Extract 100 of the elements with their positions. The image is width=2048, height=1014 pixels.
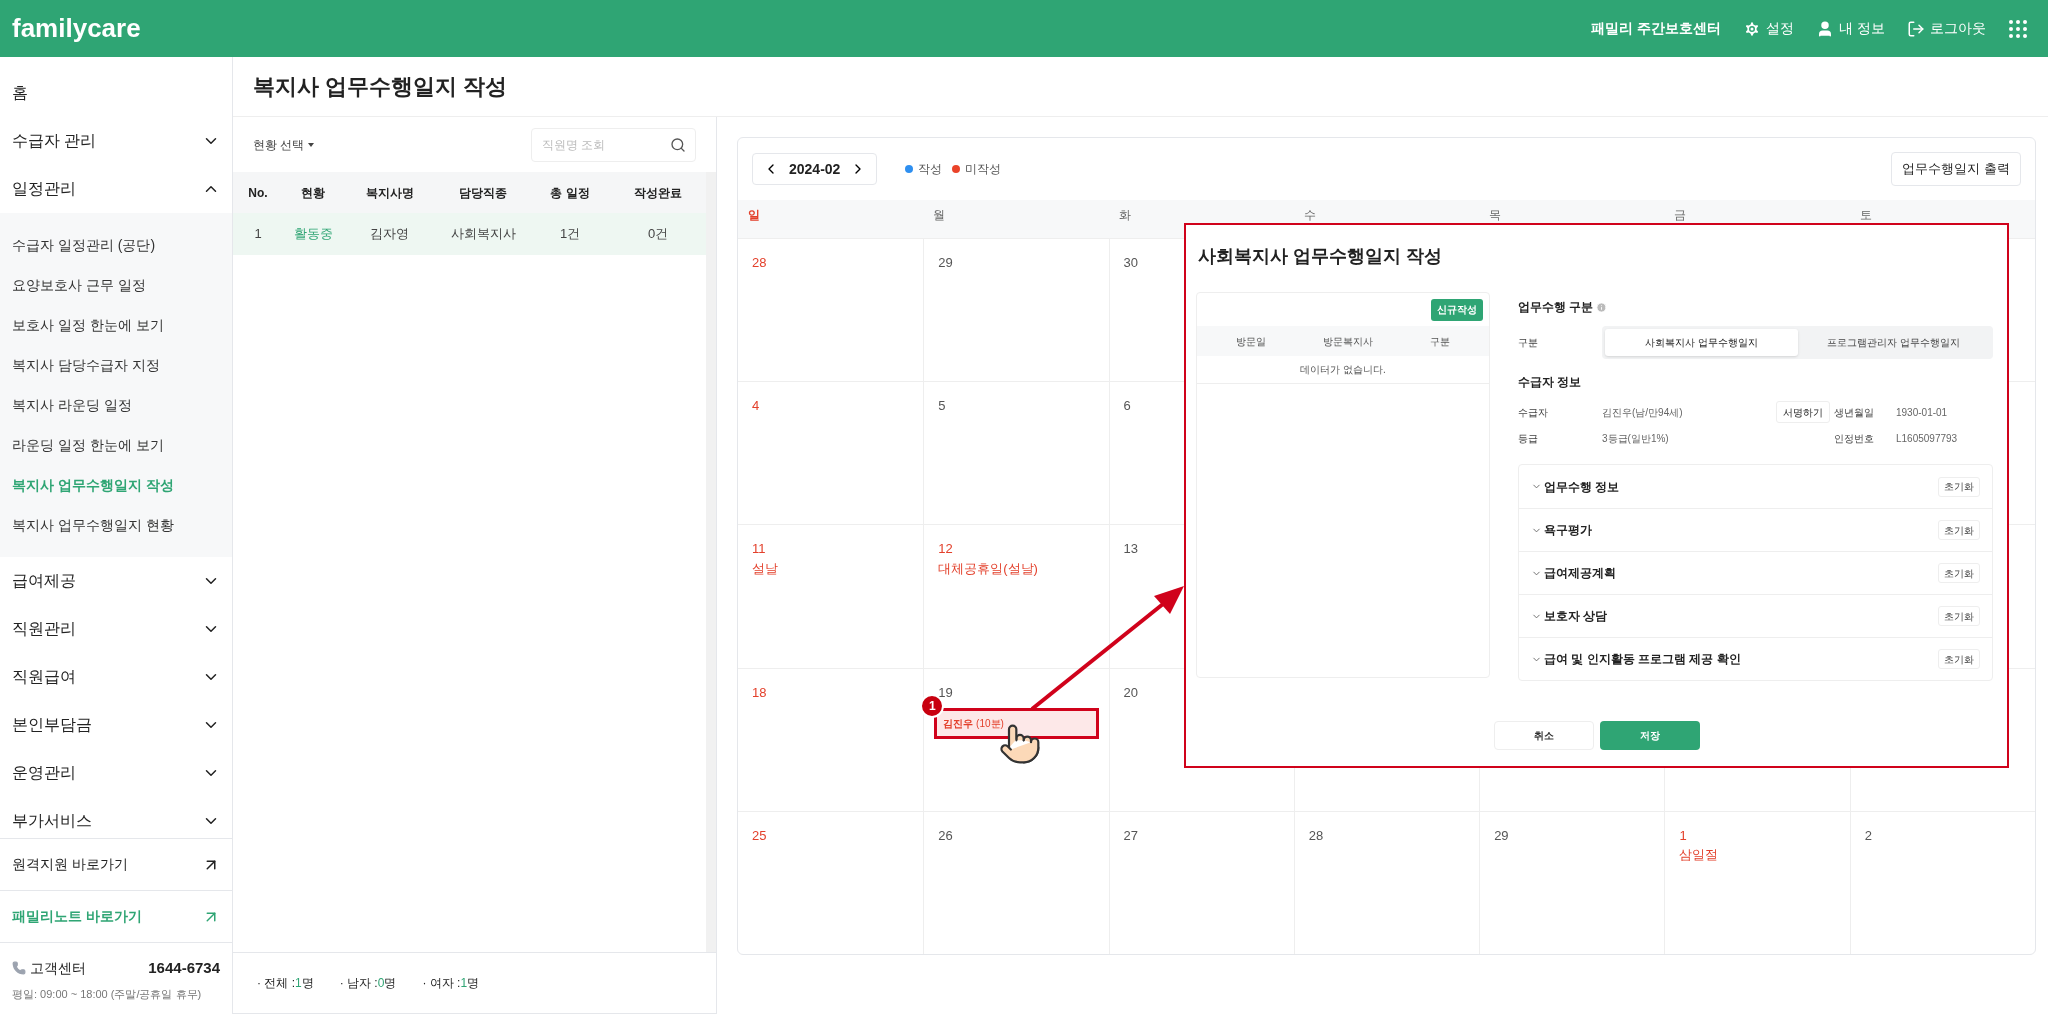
sidebar-group[interactable]: 일정관리	[0, 165, 232, 213]
submenu-item[interactable]: 복지사 라운딩 일정	[0, 385, 232, 425]
weekday-label: 목	[1488, 207, 1503, 224]
reset-button[interactable]: 초기화	[1938, 520, 1980, 540]
accordion-header[interactable]: 급여제공계획 초기화	[1519, 551, 1992, 594]
reset-button[interactable]: 초기화	[1938, 563, 1980, 583]
sidebar-group[interactable]: 수급자 관리	[0, 117, 232, 165]
sidebar-group[interactable]: 운영관리	[0, 749, 232, 797]
submenu-item[interactable]: 복지사 담당수급자 지정	[0, 345, 232, 385]
weekday-label: 화	[1117, 207, 1132, 224]
column-header: 복지사명	[364, 184, 415, 202]
accordion-header[interactable]: 업무수행 정보 초기화	[1519, 465, 1992, 508]
field-label: 등급	[1518, 432, 1539, 446]
app-grid-icon[interactable]	[2008, 18, 2028, 39]
weekday-label: 월	[932, 207, 947, 224]
day-number: 28	[1308, 826, 1324, 845]
sidebar-group[interactable]: 직원관리	[0, 605, 232, 653]
print-button[interactable]: 업무수행일지 출력	[1891, 152, 2021, 186]
legend-label: 작성	[918, 161, 943, 178]
type-option[interactable]: 사회복지사 업무수행일지	[1605, 329, 1798, 356]
column-header: 작성완료	[633, 184, 683, 202]
column-header: 담당직종	[458, 184, 509, 202]
weekday-label: 수	[1302, 207, 1317, 224]
field-value: 1930-01-01	[1896, 405, 1949, 420]
submenu-item[interactable]: 수급자 일정관리 (공단)	[0, 225, 232, 265]
type-option[interactable]: 프로그램관리자 업무수행일지	[1797, 329, 1990, 356]
submenu-item[interactable]: 요양보호사 근무 일정	[0, 265, 232, 305]
sidebar-group[interactable]: 직원급여	[0, 653, 232, 701]
sidebar-group[interactable]: 본인부담금	[0, 701, 232, 749]
day-number: 27	[1123, 826, 1139, 845]
day-number: 11	[752, 540, 766, 559]
day-number: 25	[752, 826, 767, 845]
field-value: L1605097793	[1896, 432, 1959, 446]
weekday-label: 금	[1673, 207, 1688, 224]
table-row[interactable]: 1 활동중 김자영 사회복지사 1건 0건	[233, 213, 706, 255]
logout-icon	[1907, 19, 1925, 38]
summary-count: · 남자 :0명	[339, 975, 397, 992]
summary-count: · 여자 :1명	[422, 975, 480, 992]
section-title: 업무수행 구분	[1518, 299, 1594, 316]
cancel-button[interactable]: 취소	[1493, 721, 1594, 750]
day-number: 29	[938, 254, 953, 272]
submenu-item[interactable]: 보호사 일정 한눈에 보기	[0, 305, 232, 345]
table-cell-text: 사회복지사	[449, 225, 517, 244]
accordion-header[interactable]: 급여 및 인지활동 프로그램 제공 확인 초기화	[1519, 637, 1992, 680]
accordion-header[interactable]: 욕구평가 초기화	[1519, 508, 1992, 551]
day-number: 2	[1864, 826, 1872, 845]
column-header: 현황	[300, 184, 326, 202]
day-number: 5	[938, 397, 946, 416]
page-title: 복지사 업무수행일지 작성	[253, 73, 508, 101]
day-number: 12	[938, 540, 953, 559]
field-label: 인정번호	[1834, 432, 1875, 446]
legend-label: 미작성	[965, 161, 1002, 178]
day-number: 13	[1123, 540, 1139, 559]
phone-icon	[12, 961, 26, 976]
holiday-label: 삼일절	[1679, 846, 1719, 865]
day-number: 26	[938, 826, 953, 845]
table-cell-text: 1	[253, 225, 263, 244]
contact-hours: 평일: 09:00 ~ 18:00 (주말/공휴일 휴무)	[12, 986, 203, 1002]
search-field[interactable]: 직원명 조회	[531, 127, 696, 162]
column-header: 총 일정	[549, 184, 591, 202]
table-cell-text: 활동중	[292, 225, 334, 244]
center-name: 패밀리 주간보호센터	[1591, 19, 1722, 38]
day-number: 30	[1123, 254, 1139, 272]
reset-button[interactable]: 초기화	[1938, 606, 1980, 626]
sidebar-group[interactable]: 급여제공	[0, 557, 232, 605]
column-header: 방문복지사	[1321, 334, 1374, 349]
table-cell-text: 0건	[646, 225, 670, 244]
contact-phone: 1644-6734	[148, 958, 220, 978]
field-value: 3등급(일반1%)	[1602, 432, 1670, 446]
sign-button[interactable]: 서명하기	[1776, 401, 1830, 423]
submenu-item[interactable]: 복지사 업무수행일지 현황	[0, 505, 232, 545]
reset-button[interactable]: 초기화	[1938, 476, 1980, 497]
month-label: 2024-02	[789, 159, 841, 179]
table-cell-text: 김자영	[369, 225, 411, 244]
day-number: 1	[1679, 826, 1687, 845]
info-icon	[1596, 301, 1608, 313]
sidebar-item[interactable]: 홈	[0, 69, 232, 117]
day-number: 29	[1494, 826, 1509, 845]
field-value: 김진우(남/만94세)	[1602, 405, 1684, 420]
holiday-label: 설날	[752, 559, 778, 578]
column-header: 방문일	[1234, 334, 1267, 349]
dialog-title: 사회복지사 업무수행일지 작성	[1197, 245, 1443, 268]
field-label: 수급자	[1518, 405, 1549, 420]
weekday-label: 일	[747, 207, 761, 224]
column-header: 구분	[1429, 334, 1451, 349]
accordion-header[interactable]: 보호자 상담 초기화	[1519, 594, 1992, 637]
submenu-item[interactable]: 라운딩 일정 한눈에 보기	[0, 425, 232, 465]
field-label: 구분	[1518, 336, 1539, 350]
contact-label: 고객센터	[30, 958, 86, 978]
day-number: 28	[752, 254, 767, 272]
status-filter[interactable]: 현황 선택	[253, 135, 315, 154]
section-title: 수급자 정보	[1518, 374, 1583, 391]
shortcut-link[interactable]: 원격지원 바로가기	[0, 838, 232, 890]
day-number: 20	[1123, 683, 1139, 702]
reset-button[interactable]: 초기화	[1938, 649, 1980, 669]
empty-message: 데이터가 없습니다.	[1300, 363, 1386, 377]
search-icon	[670, 136, 686, 153]
day-number: 18	[752, 683, 767, 702]
day-number: 6	[1123, 397, 1131, 416]
sidebar-group[interactable]: 부가서비스	[0, 797, 232, 838]
